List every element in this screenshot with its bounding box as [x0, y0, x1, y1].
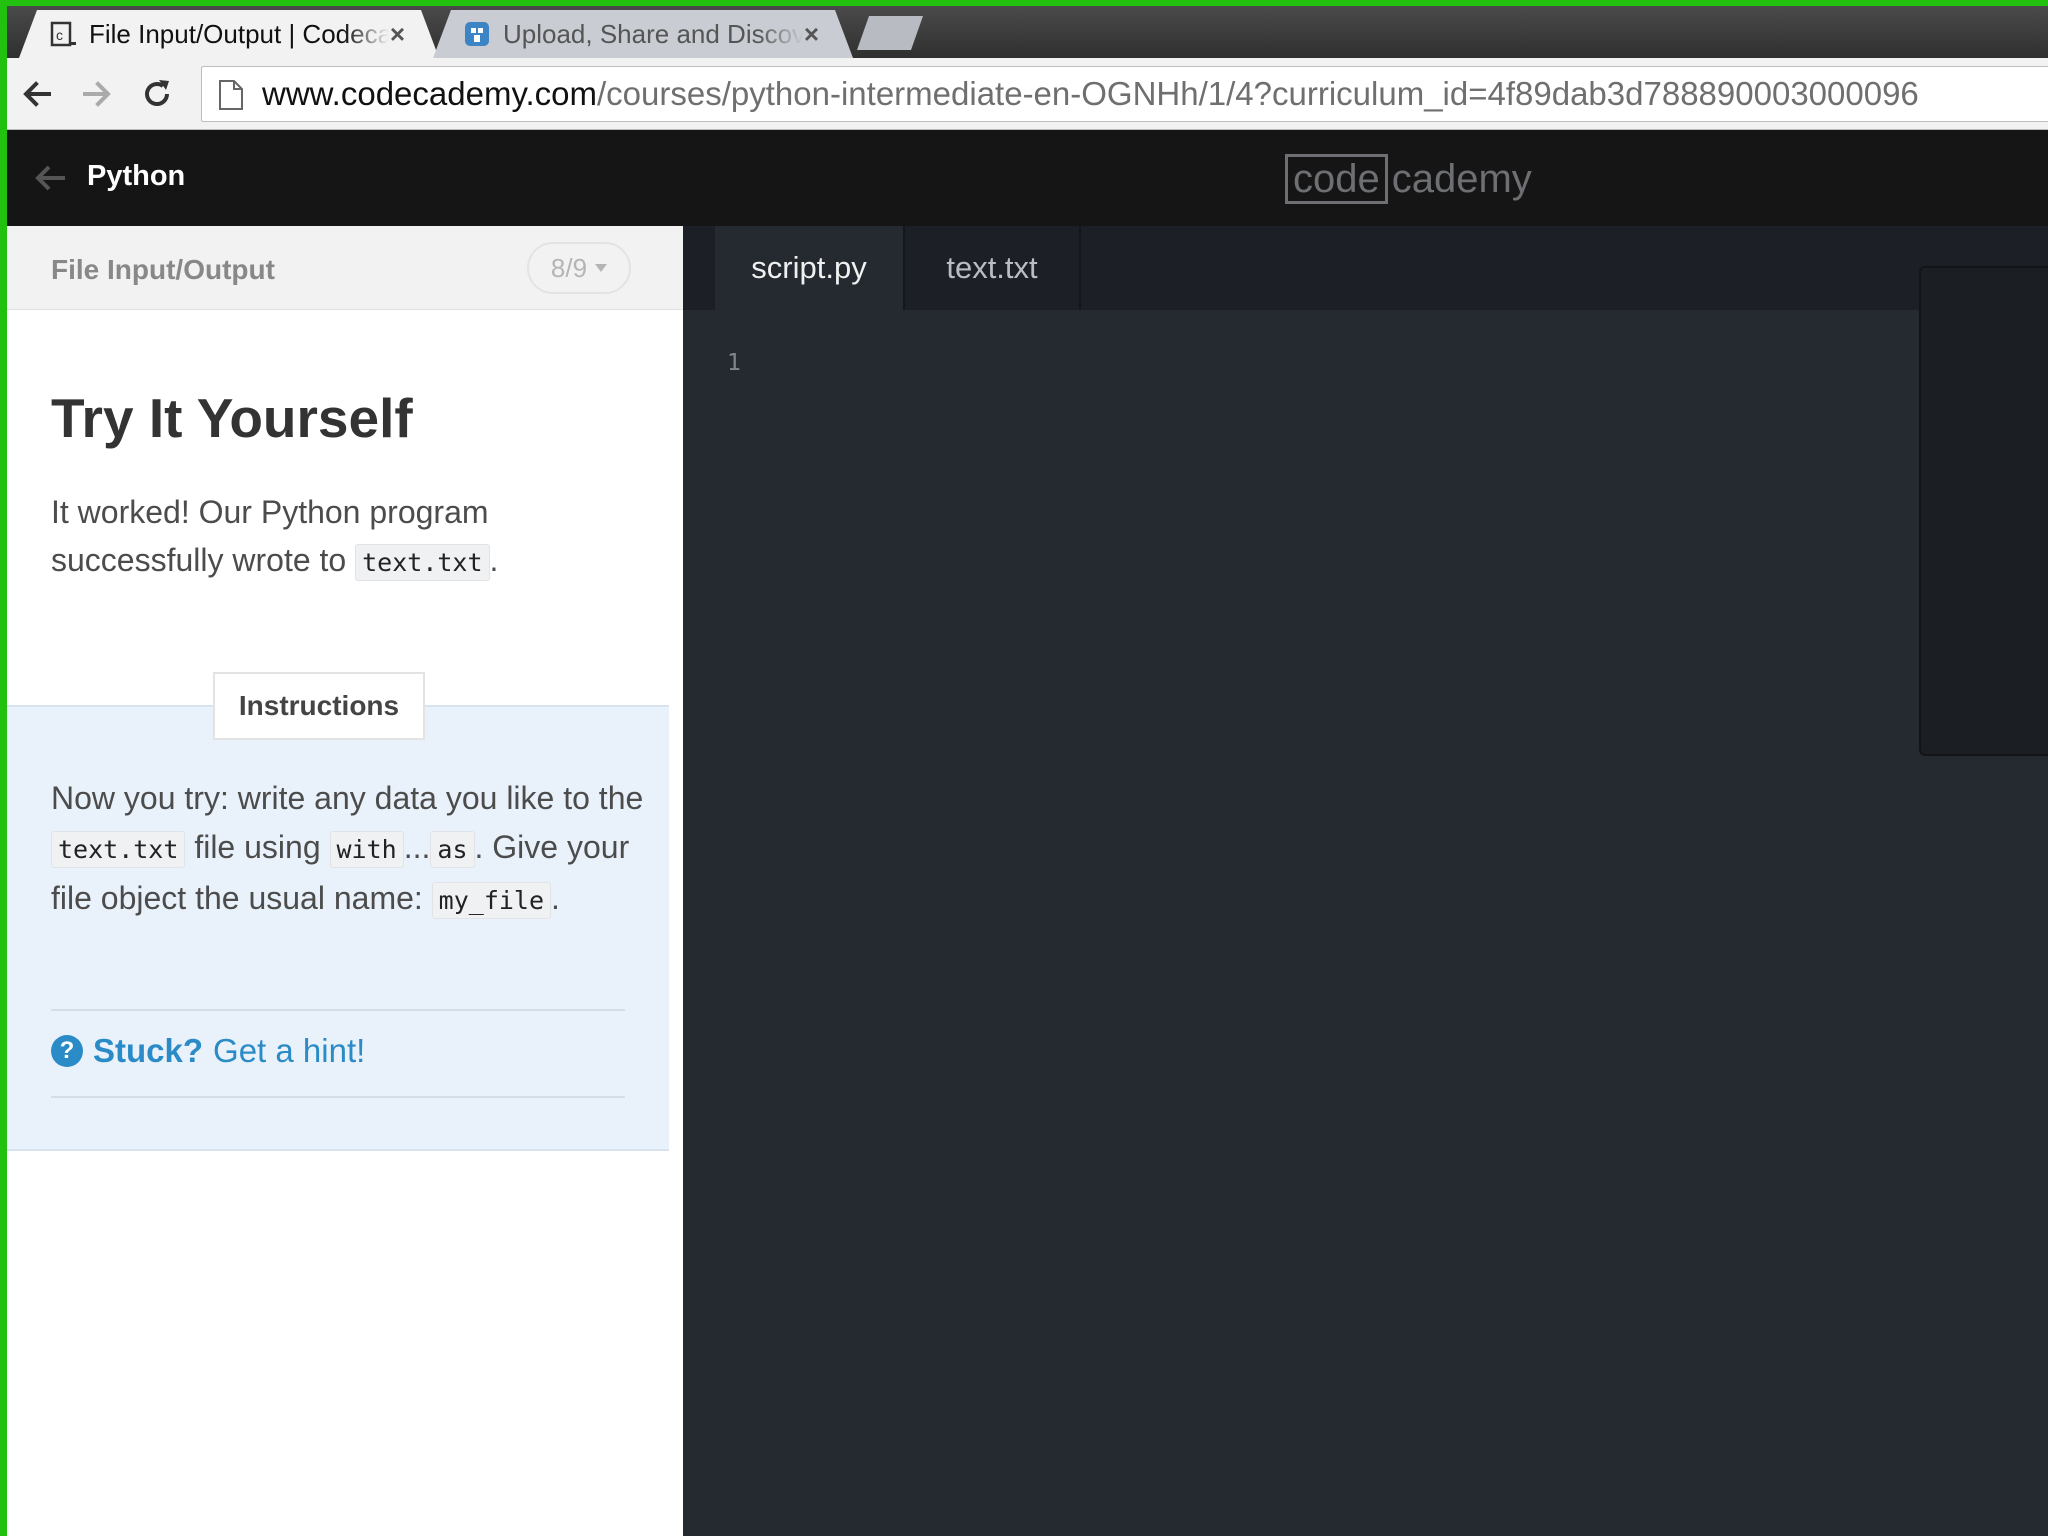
- codecademy-logo[interactable]: code cademy: [1285, 152, 1532, 206]
- output-panel: [1919, 266, 2048, 756]
- hint-link[interactable]: ? Stuck? Get a hint!: [51, 1032, 365, 1070]
- close-icon[interactable]: ×: [804, 19, 819, 50]
- inline-code: text.txt: [51, 831, 186, 868]
- codecademy-favicon-icon: c: [50, 21, 76, 47]
- logo-cademy: cademy: [1391, 156, 1532, 201]
- instructions-box: [7, 705, 669, 1151]
- inline-code: my_file: [431, 882, 552, 919]
- exercise-title: Try It Yourself: [51, 387, 413, 449]
- close-icon[interactable]: ×: [390, 19, 405, 50]
- progress-count: 8/9: [550, 252, 588, 283]
- page-icon: [219, 80, 243, 110]
- site-header: Python code cademy: [7, 130, 2048, 226]
- browser-tabstrip: c File Input/Output | Codecademy × Uploa…: [7, 6, 2048, 58]
- reload-icon: [145, 80, 169, 106]
- course-title[interactable]: Python: [87, 160, 185, 193]
- divider: [51, 1009, 625, 1011]
- browser-tab-title: Upload, Share and Discover: [503, 18, 803, 49]
- editor-tabbar: script.py text.txt: [683, 226, 2048, 310]
- arrow-left-icon[interactable]: [31, 158, 71, 198]
- inline-code: as: [430, 831, 475, 868]
- browser-tab-active[interactable]: c File Input/Output | Codecademy ×: [19, 10, 439, 58]
- hint-text[interactable]: Get a hint!: [213, 1032, 365, 1070]
- instr-text: .: [551, 880, 560, 916]
- browser-chrome: c File Input/Output | Codecademy × Uploa…: [7, 6, 2048, 130]
- browser-tab-title: File Input/Output | Codecademy: [89, 18, 389, 49]
- lesson-panel: File Input/Output 8/9 Try It Yourself It…: [7, 226, 683, 1536]
- instructions-text: Now you try: write any data you like to …: [51, 774, 651, 925]
- divider: [51, 1096, 625, 1098]
- question-icon: ?: [51, 1035, 83, 1067]
- lesson-name: File Input/Output: [51, 254, 275, 285]
- instructions-label: Instructions: [213, 672, 425, 740]
- browser-tab-inactive[interactable]: Upload, Share and Discover ×: [433, 10, 853, 58]
- inline-code: with: [329, 831, 404, 868]
- instr-text: Now you try: write any data you like to …: [51, 780, 644, 816]
- hint-stuck[interactable]: Stuck?: [93, 1032, 203, 1070]
- intro-text-end: .: [489, 542, 499, 578]
- reload-button[interactable]: [135, 72, 179, 116]
- share-favicon-icon: [465, 22, 489, 46]
- forward-button[interactable]: [75, 72, 119, 116]
- address-bar[interactable]: www.codecademy.com/courses/python-interm…: [201, 66, 2048, 122]
- browser-toolbar: www.codecademy.com/courses/python-interm…: [7, 58, 2048, 130]
- svg-text:c: c: [56, 27, 63, 43]
- instr-text: ...: [403, 829, 431, 865]
- lesson-header: File Input/Output 8/9: [7, 226, 683, 310]
- tab-script-py[interactable]: script.py: [715, 226, 905, 310]
- url-path: /courses/python-intermediate-en-OGNHh/1/…: [597, 75, 1919, 112]
- logo-code: code: [1285, 154, 1388, 204]
- arrow-right-icon: [83, 81, 111, 107]
- inline-code: text.txt: [355, 544, 490, 581]
- progress-dropdown[interactable]: 8/9: [527, 242, 631, 294]
- url-host: www.codecademy.com: [262, 75, 598, 112]
- back-button[interactable]: [15, 72, 59, 116]
- tab-text-txt[interactable]: text.txt: [905, 226, 1081, 310]
- line-number: 1: [727, 350, 741, 376]
- code-editor[interactable]: script.py text.txt 1: [683, 226, 2048, 1536]
- new-tab-button[interactable]: [857, 16, 923, 50]
- caret-down-icon: [595, 264, 608, 272]
- instr-text: file using: [185, 829, 330, 865]
- lesson-intro: It worked! Our Python program successful…: [51, 488, 651, 587]
- arrow-left-icon: [23, 81, 51, 107]
